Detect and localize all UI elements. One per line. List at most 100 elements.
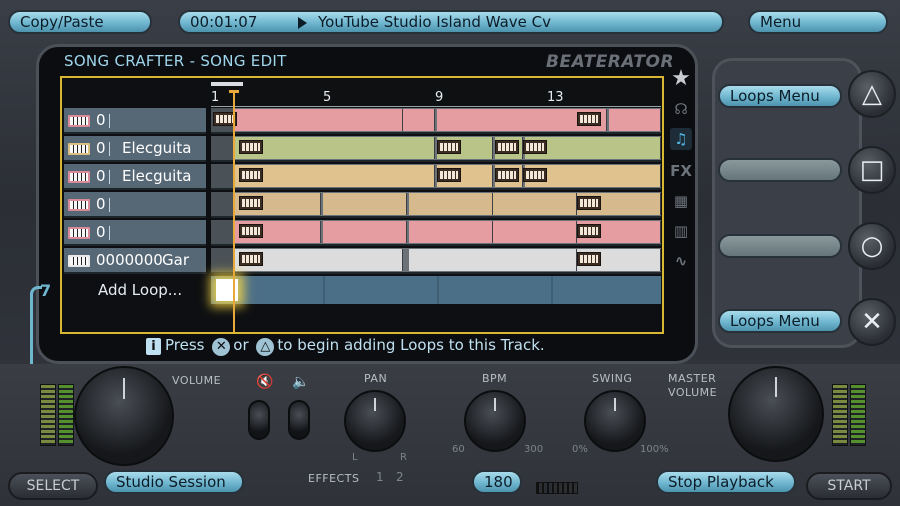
pan-left-label: L [352,452,358,463]
cross-button[interactable]: ✕ [848,298,896,346]
loop-start-icon [495,168,519,182]
circle-icon: ○ [860,231,884,261]
add-loop-row[interactable]: Add Loop... [64,276,661,304]
loop-clip[interactable] [323,193,407,215]
circle-button[interactable]: ○ [848,222,896,270]
keyboard-icon [68,171,90,183]
mute-speaker-icon: 🔇 [256,374,274,390]
pan-label: PAN [364,372,388,385]
bpm-knob[interactable] [464,390,526,452]
triangle-icon: △ [862,79,882,109]
ruler-tick: 13 [547,90,564,105]
loop-count: 7 [40,281,52,300]
keyboard-icon [68,199,90,211]
loops-menu-button-top[interactable]: Loops Menu [718,84,842,108]
fx-icon[interactable]: FX [670,160,692,182]
track-lane-5[interactable] [211,220,661,246]
cross-button-icon: ✕ [212,338,231,356]
ruler-tick: 9 [435,90,444,105]
track-label-1[interactable]: 0 [64,108,206,134]
swing-min-label: 0% [572,444,588,455]
effect-2-knob[interactable] [288,400,310,440]
track-name: Elecguita [122,139,192,157]
add-loop-lane[interactable] [211,276,661,304]
track-label-6[interactable]: 0000000 Gar [64,248,206,274]
loop-clip[interactable] [323,221,407,243]
track-lane-6[interactable] [211,248,661,274]
vu-meter-left [58,384,74,446]
bpm-value-display[interactable]: 180 [472,470,522,494]
loop-clip[interactable] [403,109,435,131]
loop-clip[interactable] [493,221,577,243]
vu-meter-right [832,384,848,446]
loop-start-icon [437,168,461,182]
loops-menu-button-bottom[interactable]: Loops Menu [718,309,842,333]
loop-start-icon [239,168,263,182]
loop-start-icon [495,140,519,154]
music-note-icon[interactable]: ♫ [670,128,692,150]
song-edit-area: 1 5 9 13 0 0 Elecguita 0 Elecguita 0 0 0000000 G… [60,76,664,334]
track-label-2[interactable]: 0 Elecguita [64,136,206,162]
square-icon: □ [859,155,885,185]
beaterator-app: Copy/Paste 00:01:07 YouTube Studio Islan… [0,0,900,506]
master-volume-knob[interactable] [728,366,824,462]
track-number: 0 [96,195,106,213]
loop-clip[interactable] [609,109,661,131]
track-label-5[interactable]: 0 [64,220,206,246]
add-loop-label-cell[interactable]: Add Loop... [66,276,208,304]
track-lane-2[interactable] [211,136,661,162]
piano-icon[interactable]: ▥ [670,220,692,242]
volume-label: VOLUME [172,374,222,387]
vu-meter-right [850,384,866,446]
copy-paste-button[interactable]: Copy/Paste [8,10,152,34]
effect-2-indicator[interactable]: 2 [396,470,404,484]
grid-icon[interactable]: ▦ [670,190,692,212]
effect-1-knob[interactable] [248,400,270,440]
keyboard-icon [68,143,90,155]
track-number: 0 [96,223,106,241]
lane-empty-bar[interactable] [211,248,235,272]
loop-clip[interactable] [493,193,577,215]
track-label-4[interactable]: 0 [64,192,206,218]
lane-empty-bar[interactable] [211,164,235,188]
loop-clip[interactable] [235,137,435,159]
track-lane-3[interactable] [211,164,661,190]
triangle-button[interactable]: △ [848,70,896,118]
loop-clip[interactable] [409,193,493,215]
loop-start-icon [239,140,263,154]
effect-1-indicator[interactable]: 1 [376,470,384,484]
pan-knob[interactable] [344,390,406,452]
loop-clip[interactable] [235,109,403,131]
wave-icon[interactable]: ∿ [670,250,692,272]
stop-playback-button[interactable]: Stop Playback [656,470,796,494]
headphones-icon[interactable]: ☊ [670,98,692,120]
timeline-ruler[interactable]: 1 5 9 13 [211,78,661,108]
select-button[interactable]: SELECT [8,472,98,500]
lane-empty-bar[interactable] [211,136,235,160]
track-name: Elecguita [122,167,192,185]
track-label-3[interactable]: 0 Elecguita [64,164,206,190]
scroll-indicator[interactable] [211,82,243,86]
loop-start-icon [437,140,461,154]
loop-clip[interactable] [409,249,577,271]
loop-start-icon [577,112,601,126]
bpm-label: BPM [482,372,508,385]
start-button[interactable]: START [806,472,892,500]
menu-button[interactable]: Menu [748,10,888,34]
studio-session-button[interactable]: Studio Session [104,470,244,494]
track-number: 0 [96,167,106,185]
star-icon[interactable]: ★ [670,68,692,90]
track-lane-1[interactable] [211,108,661,134]
track-number: 0 [96,111,106,129]
loop-clip[interactable] [409,221,493,243]
lane-empty-bar[interactable] [211,220,235,244]
track-lane-4[interactable] [211,192,661,218]
lane-empty-bar[interactable] [211,192,235,216]
swing-knob[interactable] [584,390,646,452]
square-button[interactable]: □ [848,146,896,194]
playhead[interactable] [233,92,235,332]
loop-clip[interactable] [235,165,435,187]
song-title: YouTube Studio Island Wave Cv [318,13,551,31]
hint-rest: to begin adding Loops to this Track. [277,336,545,354]
volume-knob[interactable] [74,366,174,466]
